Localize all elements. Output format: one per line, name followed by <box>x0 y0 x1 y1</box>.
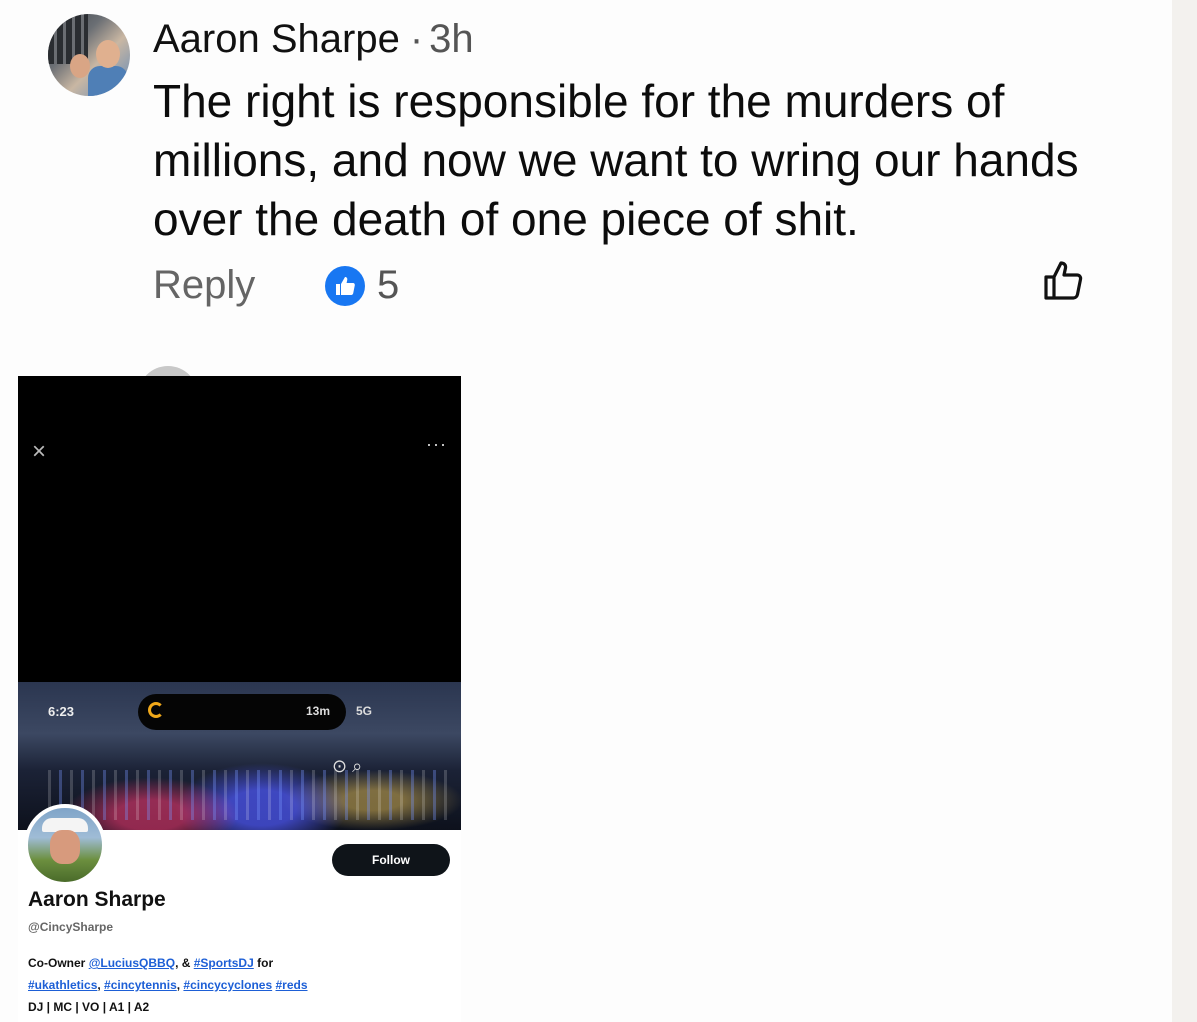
follow-button: Follow <box>332 844 450 876</box>
close-icon: × <box>32 438 47 465</box>
author-name[interactable]: Aaron Sharpe <box>153 17 400 61</box>
thumbs-up-icon[interactable] <box>1040 258 1086 302</box>
bio-roles: DJ | MC | VO | A1 | A2 <box>28 1000 150 1014</box>
like-count: 5 <box>377 263 400 307</box>
profile-name: Aaron Sharpe <box>28 888 166 911</box>
bio-hashtag: #cincycyclones <box>183 978 273 992</box>
comment-timestamp: 3h <box>429 17 474 61</box>
bio-link: #SportsDJ <box>193 956 254 970</box>
dynamic-island: 13m <box>138 694 346 730</box>
banner-search-icon: ⊙ ⌕ <box>332 756 363 776</box>
bio-prefix: Co-Owner <box>28 956 86 970</box>
more-options-icon: ··· <box>426 434 447 454</box>
comment-body: The right is responsible for the murders… <box>153 75 1079 245</box>
status-bar-time: 6:23 <box>48 704 75 719</box>
screenshot-black-area: × ··· <box>18 376 461 682</box>
profile-avatar <box>24 804 106 886</box>
bio-text: , & <box>175 956 191 970</box>
island-text: 13m <box>306 704 331 718</box>
embedded-profile-screenshot[interactable]: × ··· 6:23 13m 5G ⊙ ⌕ Follow Aaron Sharp… <box>18 376 461 1022</box>
bio-text: for <box>253 956 274 970</box>
profile-bio: Co-Owner @LuciusQBBQ, & #SportsDJ for #u… <box>28 956 308 1014</box>
timer-ring-icon <box>148 702 164 718</box>
commenter-avatar[interactable] <box>48 14 130 96</box>
like-reaction-icon <box>325 266 365 306</box>
bio-hashtag: #ukathletics <box>28 978 98 992</box>
comment-header: Aaron Sharpe · 3h <box>153 14 474 64</box>
profile-banner-image: 6:23 13m 5G ⊙ ⌕ <box>18 682 461 830</box>
bio-hashtag: #cincytennis <box>104 978 177 992</box>
scrollbar-track[interactable] <box>1172 0 1197 1022</box>
bio-link: @LuciusQBBQ <box>88 956 176 970</box>
status-bar-signal: 5G <box>356 704 373 718</box>
bio-hashtag: #reds <box>275 978 308 992</box>
reply-button[interactable]: Reply <box>153 262 255 308</box>
profile-handle: @CincySharpe <box>28 920 114 934</box>
separator-dot: · <box>409 17 424 61</box>
